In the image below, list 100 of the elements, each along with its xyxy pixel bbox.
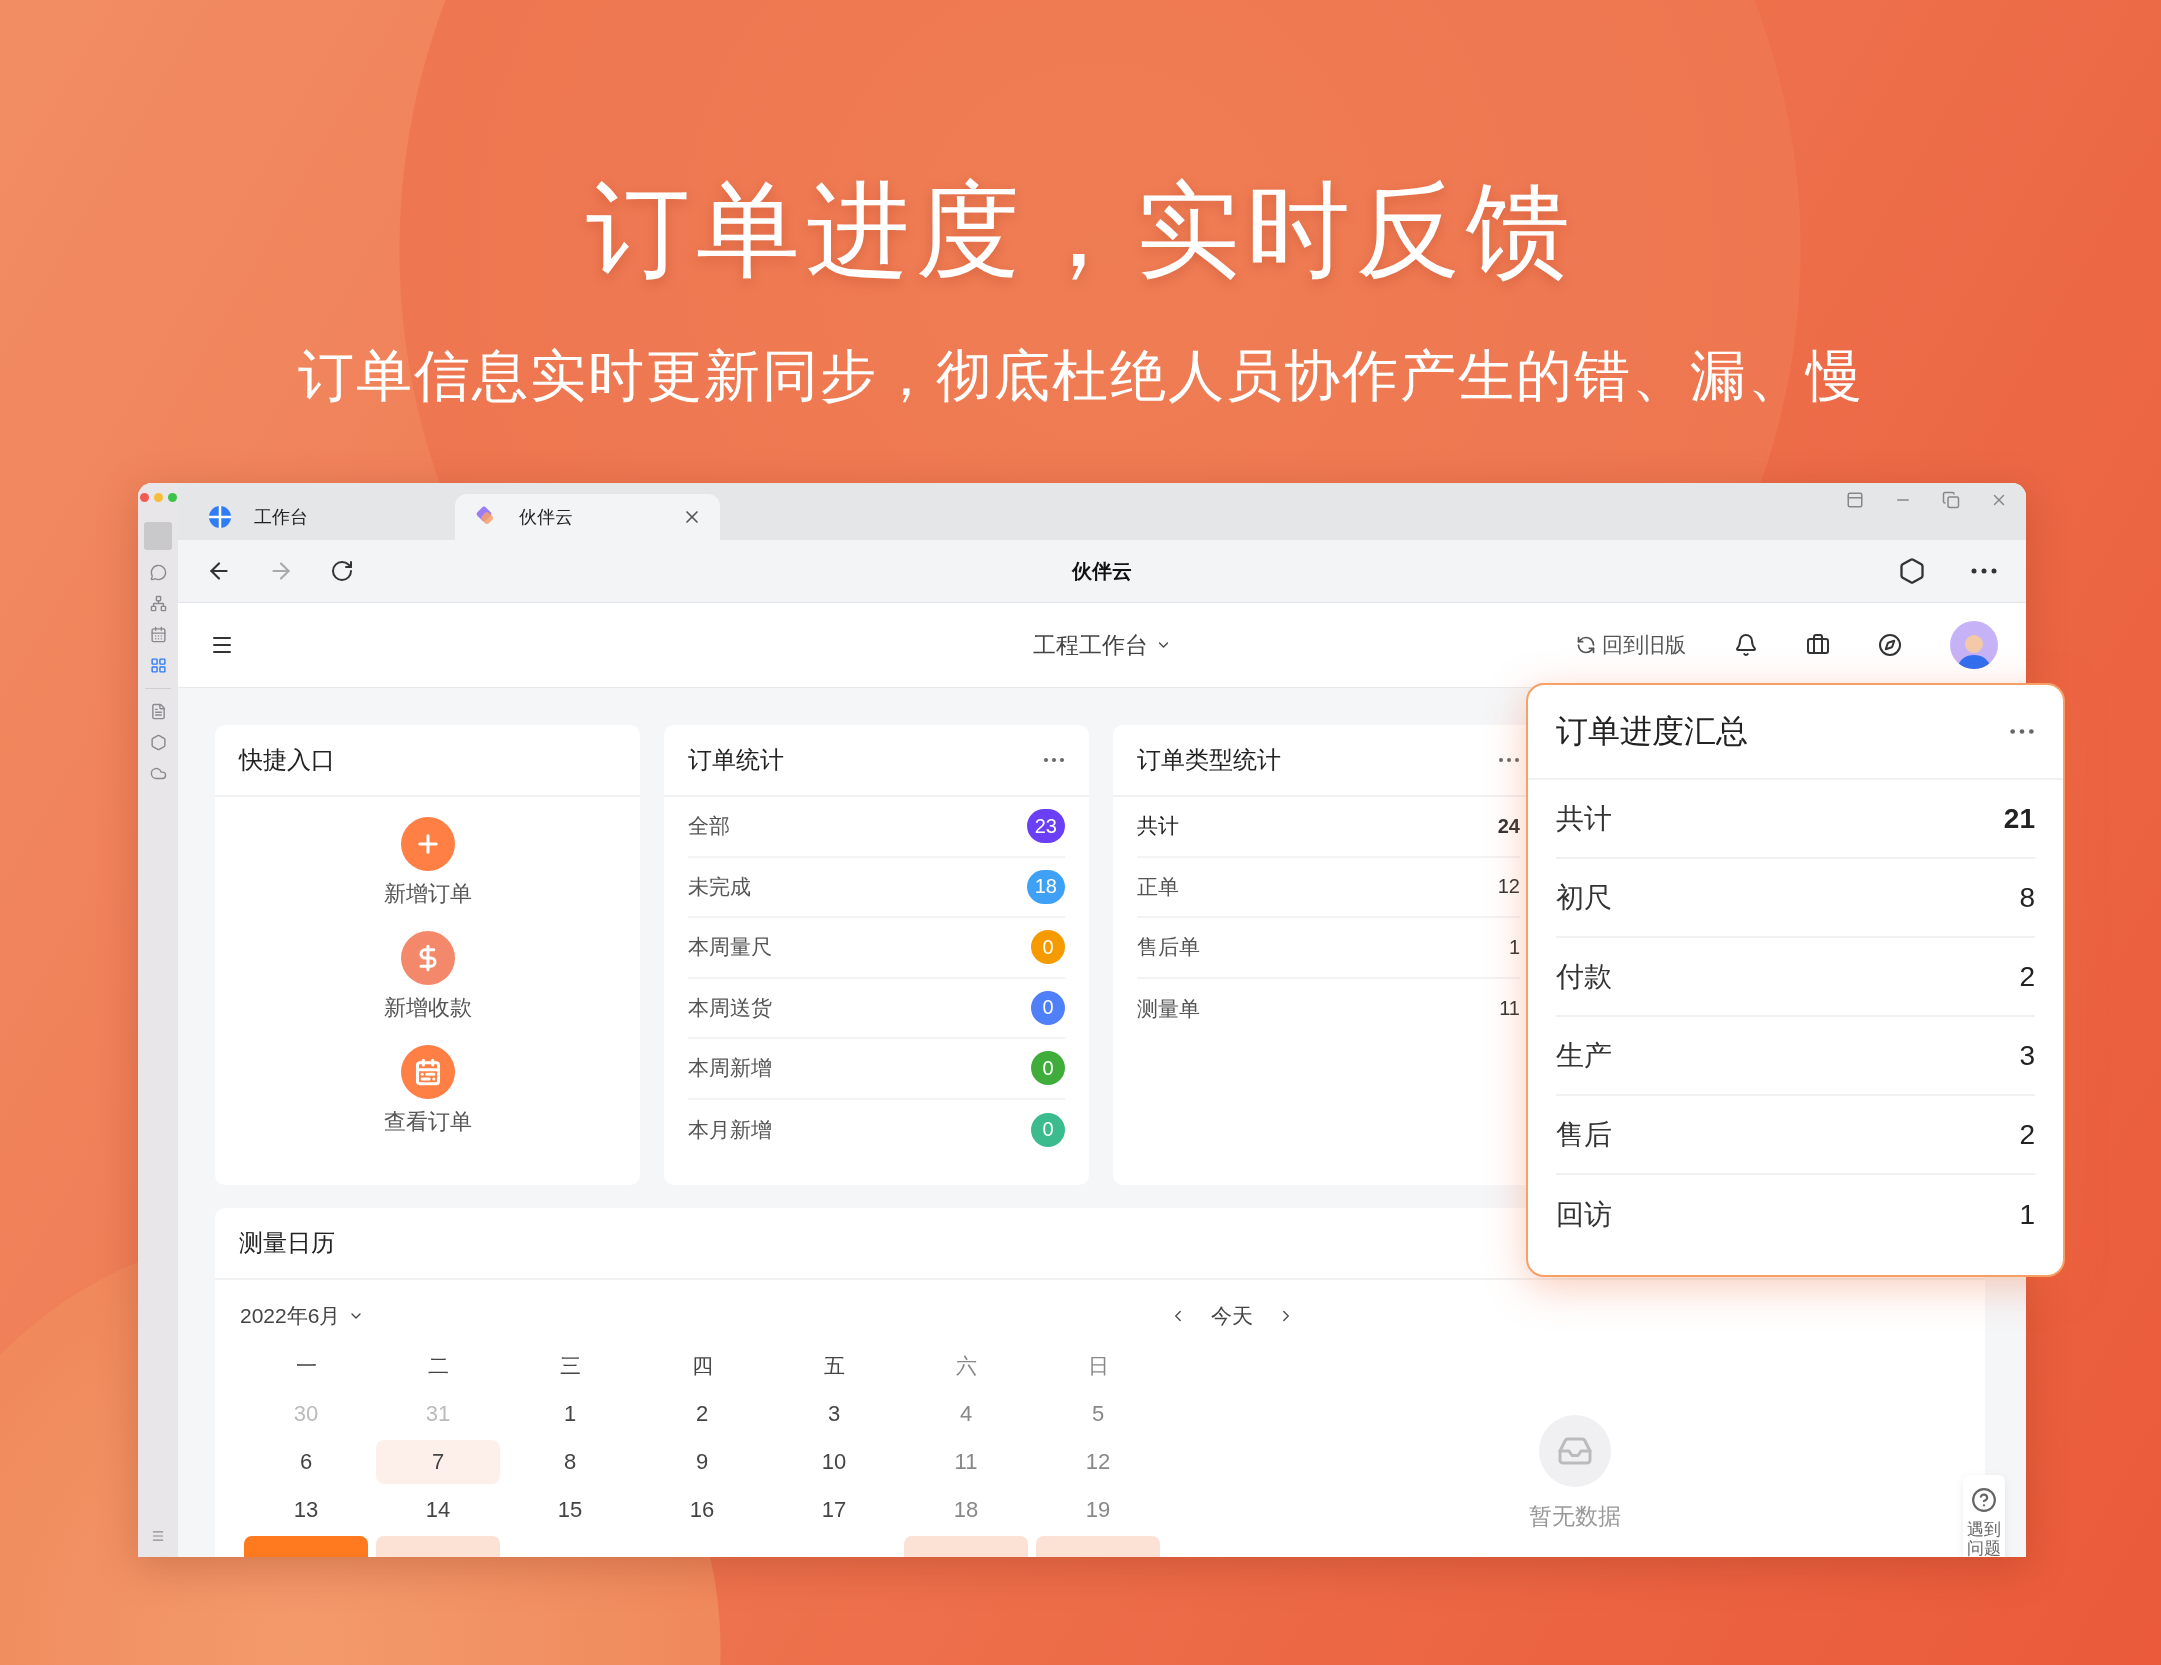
briefcase-icon[interactable] (1806, 633, 1830, 657)
weekday-label: 六 (954, 1353, 978, 1379)
calendar-day[interactable]: 15 (508, 1488, 632, 1532)
row-label: 生产 (1556, 1038, 1612, 1073)
card-title: 订单类型统计 (1137, 745, 1281, 775)
more-icon[interactable] (2009, 728, 2035, 735)
calendar-day[interactable]: 8 (508, 1440, 632, 1484)
calendar-day[interactable]: 13 (244, 1488, 368, 1532)
switch-icon (1576, 635, 1596, 655)
calendar-day[interactable]: 7 (376, 1440, 500, 1484)
empty-state-text: 暂无数据 (1529, 1502, 1621, 1531)
calendar-day[interactable]: 5 (1036, 1392, 1160, 1436)
row-label: 共计 (1556, 801, 1612, 836)
row-label: 全部 (688, 813, 730, 840)
settings-icon[interactable] (1898, 557, 1926, 585)
calendar-icon (400, 1045, 455, 1099)
grid-icon[interactable] (149, 657, 167, 674)
calendar-day[interactable]: 10 (772, 1440, 896, 1484)
org-chart-icon[interactable] (149, 595, 167, 612)
row-value: 21 (2003, 802, 2035, 835)
row-value: 8 (2019, 881, 2035, 914)
row-label: 回访 (1556, 1197, 1612, 1232)
card-title: 订单统计 (688, 745, 784, 775)
zoom-light-icon[interactable] (167, 493, 177, 502)
old-version-link[interactable]: 回到旧版 (1576, 631, 1686, 659)
calendar-day[interactable]: 6 (244, 1440, 368, 1484)
weekday-label: 二 (426, 1353, 450, 1379)
calendar-icon[interactable] (149, 626, 167, 643)
compass-icon[interactable] (1878, 633, 1902, 657)
count-badge: 0 (1031, 930, 1065, 965)
calendar-day[interactable]: 12 (1036, 1440, 1160, 1484)
quick-entry-button[interactable]: 查看订单 (383, 1045, 472, 1137)
row-label: 未完成 (688, 873, 751, 900)
more-icon[interactable] (1970, 567, 1998, 575)
help-icon (1971, 1487, 1997, 1513)
browser-tab[interactable]: 伙伴云 (455, 494, 720, 540)
row-label: 本周新增 (688, 1055, 772, 1082)
poster-headline: 订单进度，实时反馈 (584, 171, 1577, 290)
row-label: 正单 (1137, 873, 1179, 900)
card-title: 快捷入口 (239, 745, 335, 775)
help-button[interactable]: 遇到问题 (1963, 1475, 2005, 1557)
calendar-day[interactable]: 9 (640, 1440, 764, 1484)
quick-entry-button[interactable]: 新增订单 (383, 817, 472, 909)
calendar-day[interactable]: 17 (772, 1488, 896, 1532)
close-light-icon[interactable] (139, 493, 149, 502)
row-label: 本周送货 (688, 994, 772, 1021)
row-label: 测量单 (1137, 995, 1200, 1022)
calendar-day[interactable]: 19 (1036, 1488, 1160, 1532)
calendar-day[interactable]: 18 (904, 1488, 1028, 1532)
card-title: 测量日历 (239, 1228, 335, 1258)
row-value: 11 (1499, 997, 1520, 1021)
month-dropdown[interactable]: 2022年6月 (240, 1302, 365, 1330)
chat-icon[interactable] (149, 564, 167, 581)
row-value: 2 (2019, 960, 2035, 993)
row-label: 付款 (1556, 959, 1612, 994)
row-value: 1 (1508, 935, 1520, 959)
quick-entry-button[interactable]: 新增收款 (383, 931, 472, 1023)
calendar-day[interactable]: 16 (640, 1488, 764, 1532)
weekday-label: 三 (558, 1353, 582, 1379)
bell-icon[interactable] (1734, 633, 1758, 657)
avatar[interactable] (1950, 621, 1998, 669)
count-badge: 0 (1031, 1112, 1065, 1147)
today-button[interactable]: 今天 (1211, 1302, 1253, 1330)
row-label: 共计 (1137, 813, 1179, 840)
window-pin-icon[interactable] (1846, 491, 1864, 509)
row-label: 售后 (1556, 1117, 1612, 1152)
row-label: 本月新增 (688, 1116, 772, 1143)
count-badge: 0 (1031, 1051, 1065, 1086)
row-label: 售后单 (1137, 934, 1200, 961)
calendar-day[interactable]: 1 (508, 1392, 632, 1436)
calendar-day[interactable]: 4 (904, 1392, 1028, 1436)
reload-icon[interactable] (330, 559, 354, 583)
calendar-day[interactable]: 11 (904, 1440, 1028, 1484)
weekday-label: 一 (294, 1353, 318, 1379)
row-value: 24 (1497, 814, 1520, 838)
count-badge: 23 (1026, 809, 1065, 844)
weekday-label: 四 (690, 1353, 714, 1379)
cloud-icon[interactable] (149, 765, 167, 782)
row-label: 本周量尺 (688, 934, 772, 961)
workspace-dropdown[interactable]: 工程工作台 (1032, 629, 1172, 661)
row-value: 3 (2019, 1039, 2035, 1072)
weekday-label: 五 (822, 1353, 846, 1379)
document-icon[interactable] (149, 703, 167, 720)
hexagon-icon[interactable] (149, 734, 167, 751)
more-icon[interactable] (1498, 757, 1520, 763)
plus-icon (400, 817, 455, 871)
calendar-day[interactable]: 2 (640, 1392, 764, 1436)
globe-icon (208, 505, 232, 529)
count-badge: 18 (1026, 869, 1065, 904)
row-value: 2 (2019, 1118, 2035, 1151)
more-icon[interactable] (1043, 757, 1065, 763)
popup-title: 订单进度汇总 (1556, 711, 1748, 751)
row-label: 初尺 (1556, 880, 1612, 915)
calendar-day[interactable]: 14 (376, 1488, 500, 1532)
poster-subheadline: 订单信息实时更新同步，彻底杜绝人员协作产生的错、漏、慢 (296, 343, 1865, 409)
restore-icon[interactable] (1942, 491, 1960, 509)
calendar-day[interactable]: 3 (772, 1392, 896, 1436)
weekday-label: 日 (1086, 1353, 1110, 1379)
page-title: 伙伴云 (1072, 558, 1132, 584)
count-badge: 0 (1031, 990, 1065, 1025)
